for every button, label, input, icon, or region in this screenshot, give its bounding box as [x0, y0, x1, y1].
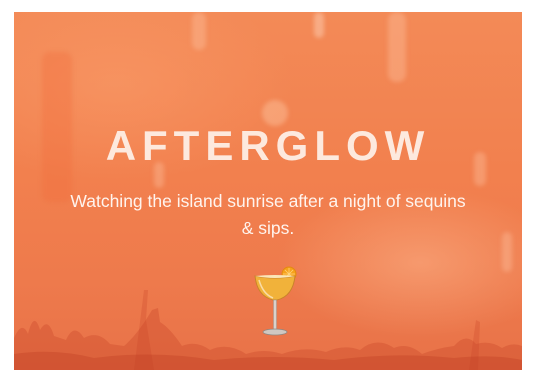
- afterglow-card: AFTERGLOW Watching the island sunrise af…: [14, 12, 522, 370]
- bokeh-light: [388, 12, 406, 82]
- card-subtitle: Watching the island sunrise after a nigh…: [70, 191, 466, 238]
- bokeh-light: [192, 12, 206, 50]
- bokeh-light: [314, 12, 324, 38]
- card-title: AFTERGLOW: [105, 122, 431, 169]
- cocktail-glass-icon: [254, 266, 297, 336]
